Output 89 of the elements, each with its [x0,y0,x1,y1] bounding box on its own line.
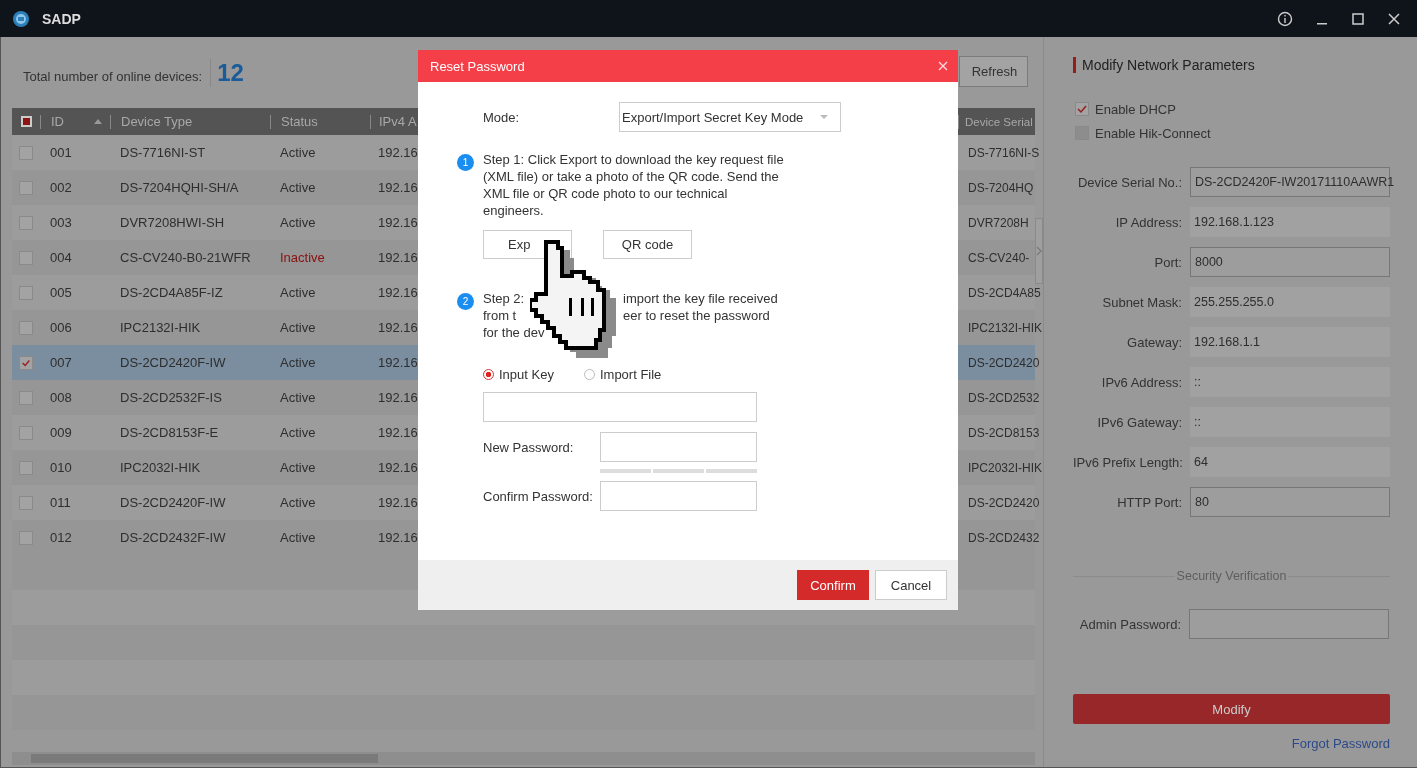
table-cell: DS-7716NI-S [968,145,1040,160]
step-text: eer to reset the password [623,307,770,324]
table-cell: DS-7204HQHI-SH/A [120,180,239,195]
step-text: for the dev [483,324,546,341]
table-cell: DS-2CD2432F-IW [120,530,226,545]
step-text: Step 1: Click Export to download the key request file (XML file) or take a photo of the QR code. Send the XML file or QR code photo to our technical engineers. [483,151,785,219]
table-cell: 192.16 [378,495,418,510]
table-cell: DS-2CD4A85 [968,285,1041,300]
field-label: Gateway: [1126,334,1182,350]
table-cell: IPC2132I-HIK [120,320,201,335]
panel-title: Modify Network Parameters [1073,57,1390,73]
table-cell: 009 [50,425,72,440]
status-cell: Active [280,145,316,160]
status-cell: Active [280,425,316,440]
table-cell: CS-CV240- [968,250,1030,265]
table-cell: 192.16 [378,250,418,265]
table-cell: DS-7204HQ [968,180,1034,195]
table-cell: DS-2CD8153 [968,425,1040,440]
table-cell: 011 [50,495,71,510]
table-cell: DS-2CD2420F-IW [120,495,226,510]
field-label: IP Address: [1114,214,1182,230]
table-cell: 003 [50,215,72,230]
field-label: New Password: [483,439,575,455]
status-cell: Active [280,180,316,195]
section-title: Security Verification [1176,569,1287,583]
table-cell: DS-2CD2420 [968,355,1040,370]
table-cell: 008 [50,390,72,405]
table-cell: DVR7208HWI-SH [120,215,225,230]
status-cell: Active [280,530,316,545]
step-number-badge: 2 [457,293,474,310]
field-label: IPv6 Address: [1100,374,1182,390]
checkbox-label: Enable DHCP [1095,101,1176,117]
field-label: HTTP Port: [1116,494,1182,510]
table-cell: 001 [50,145,72,160]
status-cell: Active [280,390,316,405]
field-label: Admin Password: [1078,616,1181,632]
table-cell: DS-2CD8153F-E [120,425,219,440]
device-count: 12 [210,58,244,87]
table-cell: 192.16 [378,215,418,230]
status-cell: Active [280,355,316,370]
table-cell: 192.16 [378,355,418,370]
status-cell: Inactive [280,250,325,265]
table-cell: 192.16 [378,180,418,195]
table-cell: 192.16 [378,460,418,475]
table-cell: 192.16 [378,425,418,440]
status-cell: Active [280,285,316,300]
field-label: Port: [1153,254,1182,270]
status-cell: Active [280,215,316,230]
table-cell: 192.16 [378,145,418,160]
table-cell: 006 [50,320,72,335]
table-cell: IPC2032I-HIK [120,460,201,475]
table-cell: DS-2CD2532 [968,390,1040,405]
table-cell: 192.16 [378,285,418,300]
status-cell: Active [280,460,316,475]
table-cell: DS-2CD2420 [968,495,1040,510]
table-cell: 192.16 [378,320,418,335]
table-cell: CS-CV240-B0-21WFR [120,250,251,265]
field-label: IPv6 Prefix Length: [1073,454,1182,470]
table-cell: 002 [50,180,72,195]
table-cell: 192.16 [378,530,418,545]
table-cell: DS-2CD2432 [968,530,1040,545]
table-cell: DS-2CD4A85F-IZ [120,285,223,300]
checkbox-label: Enable Hik-Connect [1095,125,1211,141]
field-label: Confirm Password: [483,488,594,504]
table-cell: DS-2CD2532F-IS [120,390,222,405]
step-number-badge: 1 [457,154,474,171]
table-cell: IPC2132I-HIK [968,320,1043,335]
device-count-label: Total number of online devices: [23,69,203,84]
step-text: from t [483,307,518,324]
field-label: Subnet Mask: [1101,294,1182,310]
table-cell: 005 [50,285,72,300]
table-cell: 007 [50,355,72,370]
field-label: Device Serial No.: [1076,174,1182,190]
table-cell: 012 [50,530,72,545]
table-cell: 010 [50,460,72,475]
window-title: SADP [42,10,81,27]
table-cell: IPC2032I-HIK [968,460,1043,475]
table-cell: 192.16 [378,390,418,405]
step-text: Step 2: [483,290,526,307]
table-cell: DS-2CD2420F-IW [120,355,226,370]
table-cell: 004 [50,250,72,265]
status-cell: Active [280,320,316,335]
dialog-title: Reset Password [430,58,525,74]
step-text: import the key file received [623,290,778,307]
table-cell: DS-7716NI-ST [120,145,206,160]
table-cell: DVR7208H [968,215,1029,230]
field-label: IPv6 Gateway: [1096,414,1182,430]
mode-label: Mode: [483,109,521,125]
status-cell: Active [280,495,316,510]
